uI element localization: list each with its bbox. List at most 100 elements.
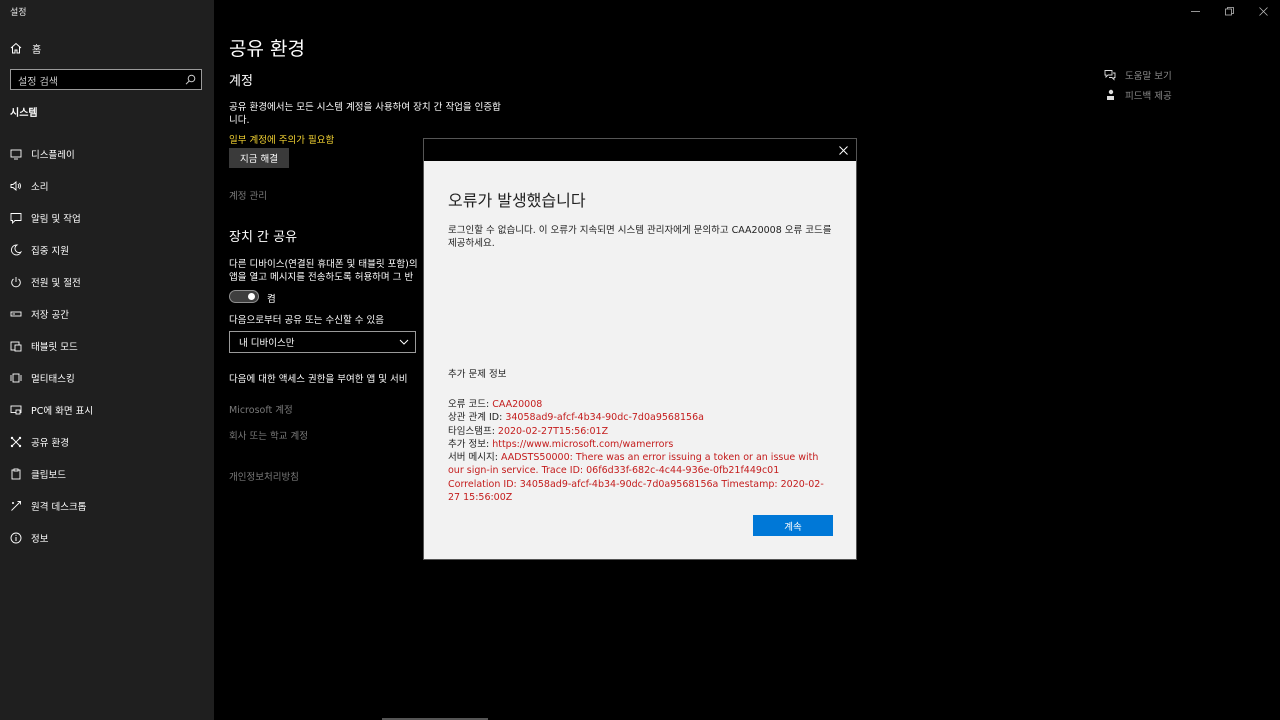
continue-button[interactable]: 계속 xyxy=(753,515,833,536)
dialog-close-button[interactable] xyxy=(836,143,850,157)
work-school-account-link[interactable]: 회사 또는 학교 계정 xyxy=(229,428,308,442)
search-input[interactable] xyxy=(11,73,176,92)
feedback-link[interactable]: 피드백 제공 xyxy=(1104,88,1172,102)
accounts-description-line-2: 니다. xyxy=(229,115,250,126)
monitor-icon xyxy=(10,149,22,160)
sidebar-item-label: 공유 환경 xyxy=(31,438,69,449)
sidebar-item-label: 소리 xyxy=(31,182,49,193)
get-help-link[interactable]: 도움말 보기 xyxy=(1104,68,1172,82)
sidebar-item-clipboard[interactable]: 클립보드 xyxy=(0,458,214,490)
maximize-button[interactable] xyxy=(1212,0,1246,22)
sidebar-item-multitasking[interactable]: 멀티태스킹 xyxy=(0,362,214,394)
notification-icon xyxy=(10,213,22,224)
share-from-dropdown[interactable]: 내 디바이스만 xyxy=(229,331,416,353)
sidebar-item-label: 멀티태스킹 xyxy=(31,374,75,385)
share-across-devices-toggle[interactable] xyxy=(229,290,259,303)
sidebar-item-power[interactable]: 전원 및 절전 xyxy=(0,266,214,298)
section-label: 시스템 xyxy=(10,108,38,119)
clipboard-icon xyxy=(11,468,21,480)
sidebar-item-tablet-mode[interactable]: 태블릿 모드 xyxy=(0,330,214,362)
settings-search[interactable] xyxy=(10,69,202,92)
sidebar-item-label: PC에 화면 표시 xyxy=(31,406,94,417)
timestamp-label: 타임스탬프: xyxy=(448,425,498,437)
sidebar-item-remote-desktop[interactable]: 원격 데스크톱 xyxy=(0,490,214,522)
sidebar-item-project[interactable]: PC에 화면 표시 xyxy=(0,394,214,426)
chevron-down-icon xyxy=(399,339,409,345)
get-help-label: 도움말 보기 xyxy=(1125,71,1172,82)
sidebar-item-label: 정보 xyxy=(31,534,49,545)
server-message-row: 서버 메시지: AADSTS50000: There was an error … xyxy=(448,451,828,504)
dialog-message: 로그인할 수 없습니다. 이 오류가 지속되면 시스템 관리자에게 문의하고 C… xyxy=(448,225,832,249)
feedback-label: 피드백 제공 xyxy=(1125,91,1172,102)
sidebar-item-label: 저장 공간 xyxy=(31,310,69,321)
accounts-heading: 계정 xyxy=(229,74,253,89)
privacy-statement-link[interactable]: 개인정보처리방침 xyxy=(229,469,299,483)
share-description-line-1: 다른 디바이스(연결된 휴대폰 및 태블릿 포함)의 xyxy=(229,259,418,270)
sidebar-item-sound[interactable]: 소리 xyxy=(0,170,214,202)
error-code-label: 오류 코드: xyxy=(448,399,493,410)
page-title: 공유 환경 xyxy=(229,38,305,60)
close-window-button[interactable] xyxy=(1246,0,1280,22)
moon-icon xyxy=(11,244,22,256)
error-dialog: 오류가 발생했습니다 로그인할 수 없습니다. 이 오류가 지속되면 시스템 관… xyxy=(423,138,857,560)
more-info-label: 추가 정보: xyxy=(448,438,493,450)
sidebar-item-focus-assist[interactable]: 집중 지원 xyxy=(0,234,214,266)
server-message-label: 서버 메시지: xyxy=(448,452,501,464)
minimize-icon xyxy=(1190,10,1200,12)
info-icon xyxy=(10,532,22,544)
sidebar-item-label: 클립보드 xyxy=(31,470,66,481)
remote-desktop-icon xyxy=(11,501,21,511)
sidebar-item-about[interactable]: 정보 xyxy=(0,522,214,554)
restore-icon xyxy=(1224,6,1234,15)
home-label: 홈 xyxy=(32,44,42,56)
error-code-row: 오류 코드: CAA20008 xyxy=(448,398,828,411)
sidebar-nav: 디스플레이 소리 알림 및 작업 집중 지원 전원 및 절전 저장 공간 태블릿… xyxy=(0,138,214,554)
fix-now-button[interactable]: 지금 해결 xyxy=(229,148,289,168)
tablet-icon xyxy=(10,341,22,352)
microsoft-account-link[interactable]: Microsoft 계정 xyxy=(229,402,293,416)
accounts-description-line-1: 공유 환경에서는 모든 시스템 계정을 사용하여 장치 간 작업을 인증합 xyxy=(229,102,501,113)
sidebar-item-label: 전원 및 절전 xyxy=(31,278,81,289)
sidebar-item-storage[interactable]: 저장 공간 xyxy=(0,298,214,330)
sidebar-item-notifications[interactable]: 알림 및 작업 xyxy=(0,202,214,234)
manage-accounts-link[interactable]: 계정 관리 xyxy=(229,188,267,202)
share-description-line-2: 앱을 열고 메시지를 전송하도록 허용하며 그 반 xyxy=(229,272,414,283)
toggle-state-label: 켬 xyxy=(267,294,276,305)
share-heading: 장치 간 공유 xyxy=(229,230,298,245)
error-code-value: CAA20008 xyxy=(492,399,543,410)
dialog-title-bar xyxy=(424,139,856,161)
more-info-url[interactable]: https://www.microsoft.com/wamerrors xyxy=(492,439,673,450)
sidebar: 홈 시스템 디스플레이 소리 알림 및 작업 집중 지원 전원 및 절전 저장 … xyxy=(0,0,214,720)
correlation-id-row: 상관 관계 ID: 34058ad9-afcf-4b34-90dc-7d0a95… xyxy=(448,411,828,424)
home-nav[interactable]: 홈 xyxy=(10,40,41,56)
close-icon xyxy=(838,145,848,155)
error-details: 오류 코드: CAA20008 상관 관계 ID: 34058ad9-afcf-… xyxy=(448,398,828,504)
minimize-button[interactable] xyxy=(1178,0,1212,22)
home-icon xyxy=(10,42,22,54)
sidebar-item-label: 알림 및 작업 xyxy=(31,214,81,225)
power-icon xyxy=(11,277,21,288)
share-from-label: 다음으로부터 공유 또는 수신할 수 있음 xyxy=(229,315,384,326)
sidebar-item-label: 태블릿 모드 xyxy=(31,342,78,353)
timestamp-row: 타임스탬프: 2020-02-27T15:56:01Z xyxy=(448,425,828,438)
sidebar-item-shared-experiences[interactable]: 공유 환경 xyxy=(0,426,214,458)
speaker-icon xyxy=(10,181,21,191)
accounts-warning-link[interactable]: 일부 계정에 주의가 필요함 xyxy=(229,132,334,146)
correlation-id-label: 상관 관계 ID: xyxy=(448,412,506,424)
timestamp-value: 2020-02-27T15:56:01Z xyxy=(497,425,609,437)
feedback-icon xyxy=(1107,89,1114,100)
shared-experiences-icon xyxy=(10,436,22,448)
search-icon[interactable] xyxy=(185,74,196,85)
storage-icon xyxy=(10,311,22,317)
more-info-row: 추가 정보: https://www.microsoft.com/wamerro… xyxy=(448,438,828,451)
multitasking-icon xyxy=(10,373,22,383)
server-message-value: AADSTS50000: There was an error issuing … xyxy=(448,452,824,504)
correlation-id-value: 34058ad9-afcf-4b34-90dc-7d0a9568156a xyxy=(505,412,704,424)
sidebar-item-display[interactable]: 디스플레이 xyxy=(0,138,214,170)
help-chat-icon xyxy=(1104,70,1116,81)
toggle-knob xyxy=(248,293,255,300)
project-icon xyxy=(10,405,22,415)
close-icon xyxy=(1258,6,1268,16)
window-title: 설정 xyxy=(10,8,27,18)
title-bar: 설정 xyxy=(0,0,1280,22)
